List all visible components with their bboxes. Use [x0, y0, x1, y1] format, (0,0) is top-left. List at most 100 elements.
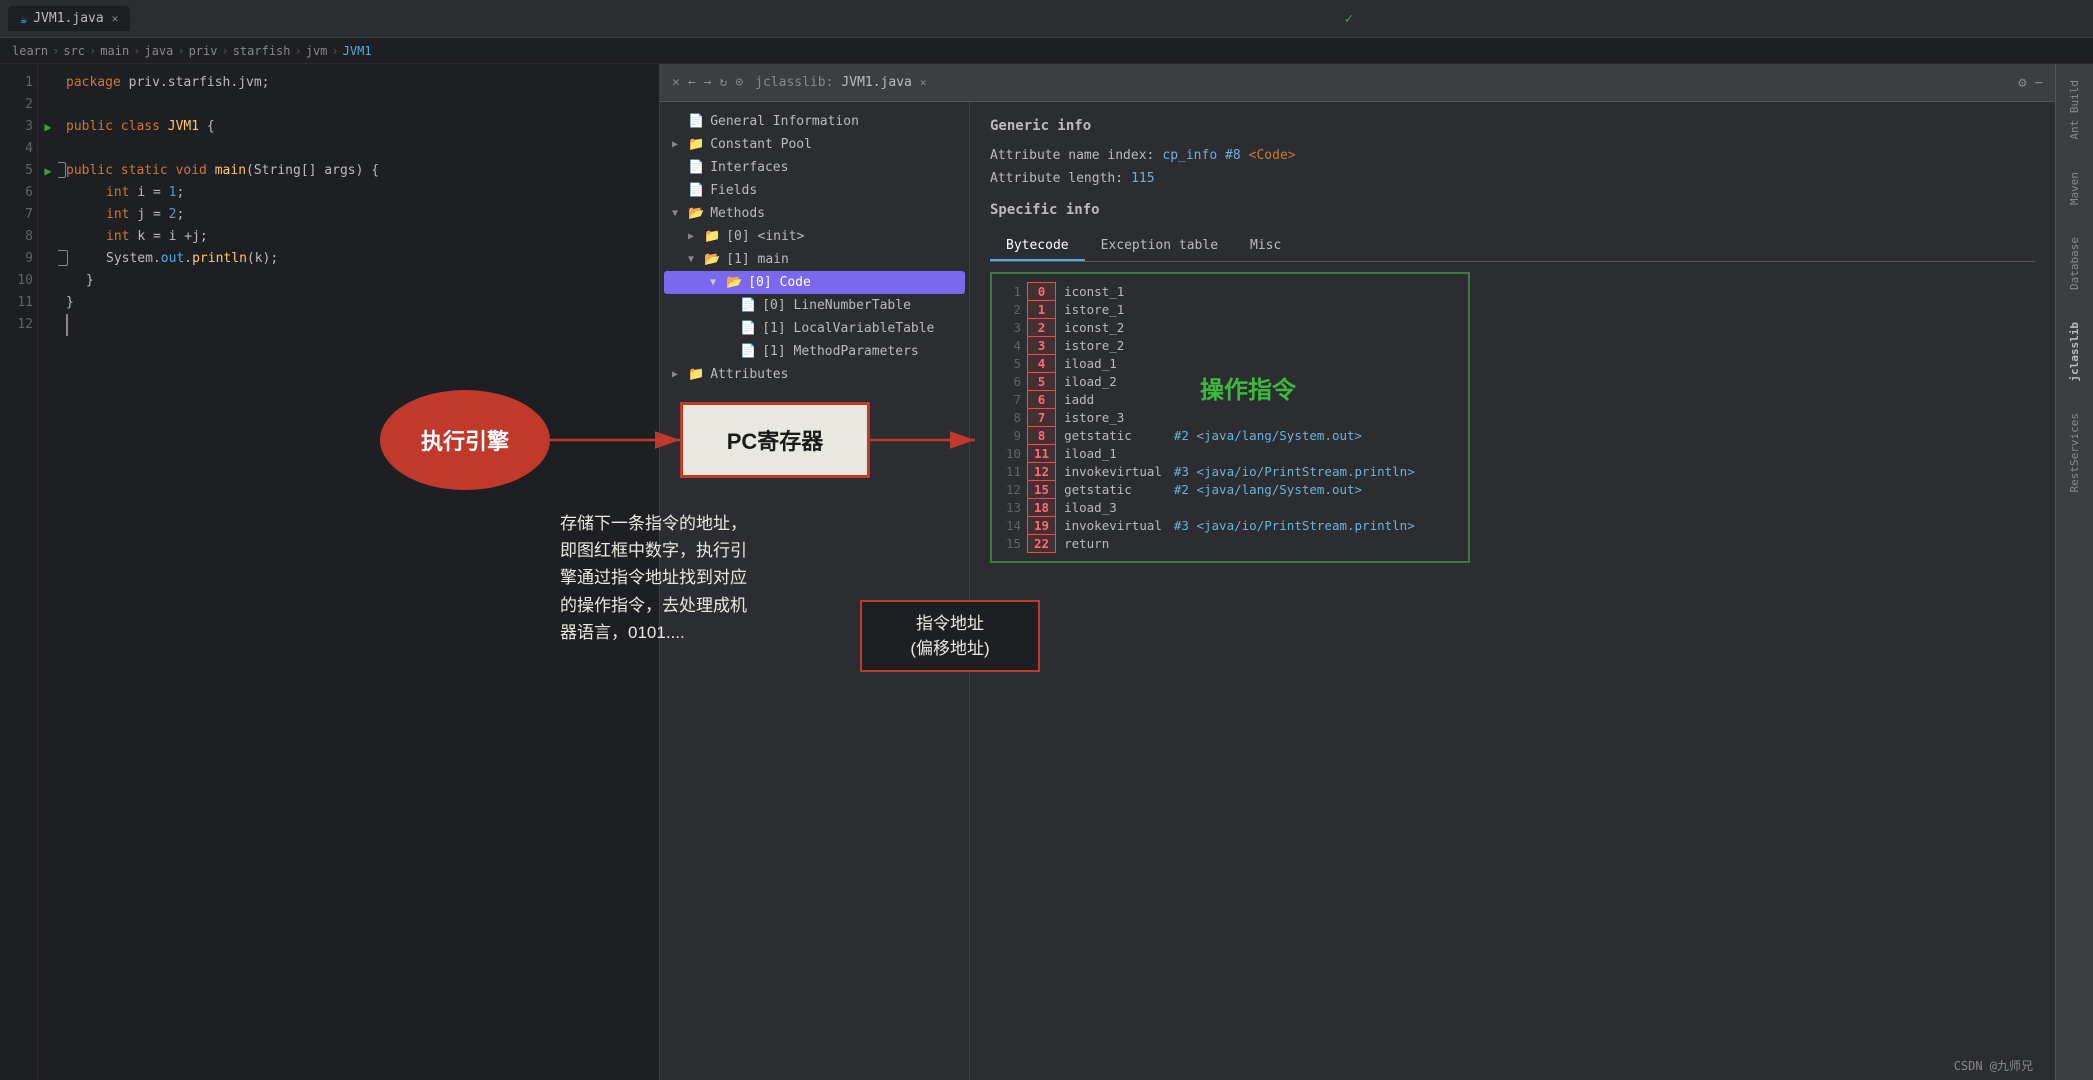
attr-name-label: Attribute name index: — [990, 148, 1154, 163]
file-icon: 📄 — [688, 114, 704, 129]
table-row: 11 12 invokevirtual #3 <java/io/PrintStr… — [1000, 463, 1419, 481]
folder-icon: 📁 — [688, 137, 704, 152]
sidebar-ant-build[interactable]: Ant Build — [2068, 72, 2081, 148]
code-line-6: int i = 1; — [66, 182, 651, 204]
file-icon-5: 📄 — [740, 321, 756, 336]
run-main-button[interactable]: ▶ — [38, 160, 58, 182]
forward-icon[interactable]: → — [704, 75, 712, 90]
line-numbers: 1 2 3 4 5 6 7 8 9 10 11 12 — [0, 64, 38, 1080]
minimize-icon[interactable]: − — [2035, 75, 2043, 91]
tree-item-main[interactable]: ▼ 📂 [1] main — [660, 248, 969, 271]
tree-label-fields: Fields — [710, 183, 757, 198]
file-icon-4: 📄 — [740, 298, 756, 313]
tree-item-constant-pool[interactable]: ▶ 📁 Constant Pool — [660, 133, 969, 156]
file-icon-2: 📄 — [688, 160, 704, 175]
run-button[interactable]: ▶ — [38, 116, 58, 138]
right-sidebar: Ant Build Maven Database jclasslib RestS… — [2055, 64, 2093, 1080]
close-jclasslib-tab-icon[interactable]: ✕ — [920, 76, 927, 89]
tree-label-constant-pool: Constant Pool — [710, 137, 812, 152]
code-line-12 — [66, 314, 68, 336]
tab-exception[interactable]: Exception table — [1085, 232, 1234, 261]
tree-item-general-info[interactable]: 📄 General Information — [660, 110, 969, 133]
file-icon-6: 📄 — [740, 344, 756, 359]
gear-icon[interactable]: ⚙ — [2018, 75, 2026, 91]
attr-length-row: Attribute length: 115 — [990, 171, 2035, 186]
close-jclasslib-icon[interactable]: ✕ — [672, 75, 680, 90]
back-icon[interactable]: ← — [688, 75, 696, 90]
attr-name-value: cp_info #8 — [1162, 148, 1240, 163]
info-panel: Generic info Attribute name index: cp_in… — [970, 102, 2055, 1080]
bytecode-tabs: Bytecode Exception table Misc — [990, 232, 2035, 262]
code-line-10: } — [66, 270, 651, 292]
java-file-icon: ☕ — [20, 12, 27, 26]
expand-icon-3: ▶ — [672, 369, 682, 380]
collapse-icon-2: ▼ — [688, 254, 698, 265]
tree-label-init: [0] <init> — [726, 229, 804, 244]
attr-name-row: Attribute name index: cp_info #8 <Code> — [990, 148, 2035, 163]
attr-name-suffix: <Code> — [1249, 148, 1296, 163]
tree-item-localvariable[interactable]: 📄 [1] LocalVariableTable — [660, 317, 969, 340]
operation-instruction-label: 操作指令 — [1200, 370, 1296, 405]
code-line-5: ▶ public static void main(String[] args)… — [66, 160, 651, 182]
tree-label-code: [0] Code — [748, 275, 811, 290]
editor-tab-label: JVM1.java — [33, 11, 103, 26]
table-row: 14 19 invokevirtual #3 <java/io/PrintStr… — [1000, 517, 1419, 535]
code-line-8: int k = i +j; — [66, 226, 651, 248]
attr-length-label: Attribute length: — [990, 171, 1123, 186]
table-row: 3 2 iconst_2 — [1000, 319, 1419, 337]
sidebar-jclasslib[interactable]: jclasslib — [2068, 314, 2081, 390]
expand-icon-2: ▶ — [688, 231, 698, 242]
tree-item-interfaces[interactable]: 📄 Interfaces — [660, 156, 969, 179]
refresh-icon[interactable]: ↻ — [719, 75, 727, 90]
tree-label-methodparams: [1] MethodParameters — [762, 344, 919, 359]
table-row: 12 15 getstatic #2 <java/lang/System.out… — [1000, 481, 1419, 499]
code-line-3: public class JVM1 { — [66, 116, 651, 138]
close-icon[interactable]: ✕ — [112, 12, 119, 25]
code-line-7: int j = 2; — [66, 204, 651, 226]
jclasslib-header: ✕ ← → ↻ ⊙ jclasslib: JVM1.java ✕ ⚙ − — [660, 64, 2055, 102]
table-row: 8 7 istore_3 — [1000, 409, 1419, 427]
folder-icon-3: 📁 — [688, 367, 704, 382]
folder-open-icon: 📂 — [688, 206, 704, 221]
folder-open-icon-2: 📂 — [704, 252, 720, 267]
tree-item-fields[interactable]: 📄 Fields — [660, 179, 969, 202]
code-line-11: } — [66, 292, 651, 314]
sidebar-restservices[interactable]: RestServices — [2068, 405, 2081, 500]
collapse-icon-3: ▼ — [710, 277, 720, 288]
tree-label-methods: Methods — [710, 206, 765, 221]
tab-misc[interactable]: Misc — [1234, 232, 1297, 261]
expand-icon: ▶ — [672, 139, 682, 150]
tree-label-main: [1] main — [726, 252, 789, 267]
tree-item-code[interactable]: ▼ 📂 [0] Code — [664, 271, 965, 294]
attr-length-value: 115 — [1131, 171, 1154, 186]
pc-register-box: PC寄存器 — [680, 402, 870, 478]
table-row: 2 1 istore_1 — [1000, 301, 1419, 319]
sidebar-database[interactable]: Database — [2068, 229, 2081, 298]
folder-open-icon-3: 📂 — [726, 275, 742, 290]
tree-item-linenumber[interactable]: 📄 [0] LineNumberTable — [660, 294, 969, 317]
tree-item-init[interactable]: ▶ 📁 [0] <init> — [660, 225, 969, 248]
tab-bytecode[interactable]: Bytecode — [990, 232, 1085, 261]
table-row: 10 11 iload_1 — [1000, 445, 1419, 463]
jclasslib-pane: ✕ ← → ↻ ⊙ jclasslib: JVM1.java ✕ ⚙ − 📄 — [660, 64, 2055, 1080]
tree-item-methodparams[interactable]: 📄 [1] MethodParameters — [660, 340, 969, 363]
table-row: 1 0 iconst_1 — [1000, 283, 1419, 301]
checkmark-icon: ✓ — [1345, 11, 1353, 27]
tree-item-methods[interactable]: ▼ 📂 Methods — [660, 202, 969, 225]
code-line-9: System.out.println(k); — [66, 248, 651, 270]
generic-info-title: Generic info — [990, 118, 2035, 134]
tree-item-attributes[interactable]: ▶ 📁 Attributes — [660, 363, 969, 386]
tree-label-linenumber: [0] LineNumberTable — [762, 298, 911, 313]
settings-icon[interactable]: ⊙ — [735, 75, 743, 90]
editor-tab[interactable]: ☕ JVM1.java ✕ — [8, 6, 130, 31]
jclasslib-tab-label: jclasslib: — [755, 75, 833, 90]
bytecode-table: 1 0 iconst_1 2 1 istore_1 — [1000, 282, 1419, 553]
jclasslib-file-label[interactable]: JVM1.java — [841, 75, 911, 90]
annotation-oval-executor: 执行引擎 — [380, 390, 550, 490]
code-line-1: package priv.starfish.jvm; — [66, 72, 651, 94]
sidebar-maven[interactable]: Maven — [2068, 164, 2081, 213]
bytecode-container: 1 0 iconst_1 2 1 istore_1 — [990, 272, 1470, 563]
table-row: 15 22 return — [1000, 535, 1419, 553]
table-row: 13 18 iload_3 — [1000, 499, 1419, 517]
bottom-bar: CSDN @九师兄 — [1954, 1057, 2033, 1074]
